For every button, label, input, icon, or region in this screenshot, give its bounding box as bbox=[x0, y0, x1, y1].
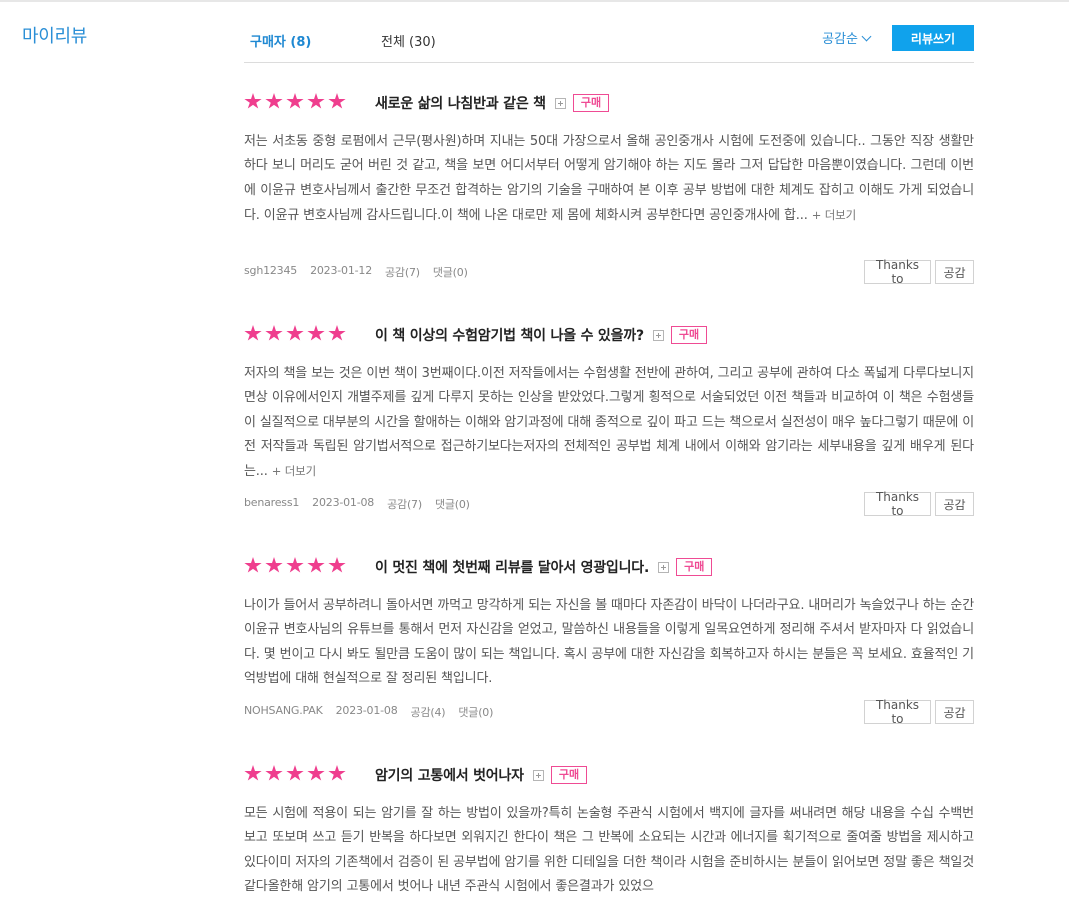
purchase-badge: 구매 bbox=[572, 94, 610, 112]
review-body: 저는 서초동 중형 로펌에서 근무(평사원)하며 지내는 50대 가장으로서 올… bbox=[244, 130, 974, 228]
review-header: 이 책 이상의 수험암기법 책이 나올 수 있을까? 구매 bbox=[244, 324, 974, 346]
review-author: benaress1 bbox=[244, 496, 300, 509]
review-actions: Thanks to 공감 bbox=[864, 258, 974, 286]
comment-count[interactable]: 댓글(0) bbox=[458, 704, 493, 720]
like-button[interactable]: 공감 bbox=[935, 260, 974, 284]
sort-dropdown[interactable]: 공감순 bbox=[822, 28, 872, 47]
expand-icon[interactable] bbox=[532, 769, 544, 781]
star-icon bbox=[328, 93, 346, 109]
review-panel: 구매자 (8) 전체 (30) 공감순 리뷰쓰기 새로운 삶의 나침반과 같은 … bbox=[244, 0, 974, 894]
star-icon bbox=[244, 325, 262, 341]
like-count[interactable]: 공감(7) bbox=[385, 264, 420, 280]
thanks-to-button[interactable]: Thanks to bbox=[864, 698, 931, 726]
review-author: sgh12345 bbox=[244, 264, 298, 277]
expand-icon[interactable] bbox=[652, 329, 664, 341]
review-title[interactable]: 새로운 삶의 나침반과 같은 책 bbox=[375, 93, 546, 113]
purchase-badge: 구매 bbox=[550, 766, 588, 784]
star-icon bbox=[307, 557, 325, 573]
like-button[interactable]: 공감 bbox=[935, 492, 974, 516]
review-text: 저자의 책을 보는 것은 이번 책이 3번째이다.이전 저작들에서는 수험생활 … bbox=[244, 366, 974, 480]
comment-count[interactable]: 댓글(0) bbox=[433, 264, 468, 280]
star-icon bbox=[307, 765, 325, 781]
expand-icon[interactable] bbox=[658, 561, 670, 573]
like-count[interactable]: 공감(7) bbox=[387, 496, 422, 512]
star-rating bbox=[244, 93, 346, 110]
star-icon bbox=[265, 93, 283, 109]
review-actions: Thanks to 공감 bbox=[864, 490, 974, 518]
star-icon bbox=[244, 93, 262, 109]
review-item: 이 멋진 책에 첫번째 리뷰를 달아서 영광입니다. 구매 나이가 들어서 공부… bbox=[244, 556, 974, 726]
star-rating bbox=[244, 557, 346, 574]
sidebar-title: 마이리뷰 bbox=[22, 26, 88, 47]
star-icon bbox=[307, 325, 325, 341]
review-body: 나이가 들어서 공부하려니 돌아서면 까먹고 망각하게 되는 자신을 볼 때마다… bbox=[244, 594, 974, 691]
star-icon bbox=[328, 325, 346, 341]
tab-all[interactable]: 전체 (30) bbox=[381, 31, 436, 50]
review-title[interactable]: 이 책 이상의 수험암기법 책이 나올 수 있을까? bbox=[375, 325, 644, 345]
star-icon bbox=[286, 765, 304, 781]
review-author: NOHSANG.PAK bbox=[244, 704, 323, 717]
star-icon bbox=[244, 557, 262, 573]
sort-label: 공감순 bbox=[822, 32, 858, 47]
thanks-to-button[interactable]: Thanks to bbox=[864, 258, 931, 286]
more-link[interactable]: + 더보기 bbox=[812, 208, 856, 222]
review-text: 모든 시험에 적용이 되는 암기를 잘 하는 방법이 있을까?특히 논술형 주관… bbox=[244, 806, 974, 894]
review-date: 2023-01-12 bbox=[310, 264, 373, 277]
star-icon bbox=[307, 93, 325, 109]
review-header: 암기의 고통에서 벗어나자 구매 bbox=[244, 764, 974, 786]
star-rating bbox=[244, 765, 346, 782]
review-meta: benaress1 2023-01-08 공감(7) 댓글(0) bbox=[244, 496, 470, 512]
review-date: 2023-01-08 bbox=[335, 704, 398, 717]
review-text: 저는 서초동 중형 로펌에서 근무(평사원)하며 지내는 50대 가장으로서 올… bbox=[244, 134, 974, 223]
review-title[interactable]: 이 멋진 책에 첫번째 리뷰를 달아서 영광입니다. bbox=[375, 557, 649, 577]
review-item: 암기의 고통에서 벗어나자 구매 모든 시험에 적용이 되는 암기를 잘 하는 … bbox=[244, 764, 974, 894]
more-link[interactable]: + 더보기 bbox=[272, 464, 316, 478]
comment-count[interactable]: 댓글(0) bbox=[435, 496, 470, 512]
star-icon bbox=[265, 325, 283, 341]
review-title[interactable]: 암기의 고통에서 벗어나자 bbox=[375, 765, 524, 785]
thanks-to-button[interactable]: Thanks to bbox=[864, 490, 931, 518]
review-text: 나이가 들어서 공부하려니 돌아서면 까먹고 망각하게 되는 자신을 볼 때마다… bbox=[244, 598, 974, 686]
star-icon bbox=[286, 93, 304, 109]
review-header: 새로운 삶의 나침반과 같은 책 구매 bbox=[244, 92, 974, 114]
tab-buyer[interactable]: 구매자 (8) bbox=[250, 31, 311, 50]
review-body: 모든 시험에 적용이 되는 암기를 잘 하는 방법이 있을까?특히 논술형 주관… bbox=[244, 802, 974, 903]
star-icon bbox=[286, 557, 304, 573]
review-date: 2023-01-08 bbox=[312, 496, 375, 509]
expand-icon[interactable] bbox=[554, 97, 566, 109]
purchase-badge: 구매 bbox=[676, 558, 713, 576]
star-icon bbox=[286, 325, 304, 341]
star-icon bbox=[265, 557, 283, 573]
review-header: 이 멋진 책에 첫번째 리뷰를 달아서 영광입니다. 구매 bbox=[244, 556, 974, 578]
review-item: 이 책 이상의 수험암기법 책이 나올 수 있을까? 구매 저자의 책을 보는 … bbox=[244, 324, 974, 518]
like-button[interactable]: 공감 bbox=[935, 700, 974, 724]
chevron-down-icon bbox=[861, 31, 872, 42]
star-icon bbox=[265, 765, 283, 781]
star-icon bbox=[244, 765, 262, 781]
review-item: 새로운 삶의 나침반과 같은 책 구매 저는 서초동 중형 로펌에서 근무(평사… bbox=[244, 92, 974, 286]
purchase-badge: 구매 bbox=[670, 326, 708, 344]
like-count[interactable]: 공감(4) bbox=[411, 704, 446, 720]
review-actions: Thanks to 공감 bbox=[864, 698, 974, 726]
review-tabs: 구매자 (8) 전체 (30) 공감순 리뷰쓰기 bbox=[244, 0, 974, 63]
write-review-button[interactable]: 리뷰쓰기 bbox=[892, 25, 974, 51]
star-icon bbox=[328, 557, 346, 573]
star-icon bbox=[328, 765, 346, 781]
review-meta: sgh12345 2023-01-12 공감(7) 댓글(0) bbox=[244, 264, 468, 280]
review-body: 저자의 책을 보는 것은 이번 책이 3번째이다.이전 저작들에서는 수험생활 … bbox=[244, 362, 974, 484]
star-rating bbox=[244, 325, 346, 342]
review-meta: NOHSANG.PAK 2023-01-08 공감(4) 댓글(0) bbox=[244, 704, 493, 720]
